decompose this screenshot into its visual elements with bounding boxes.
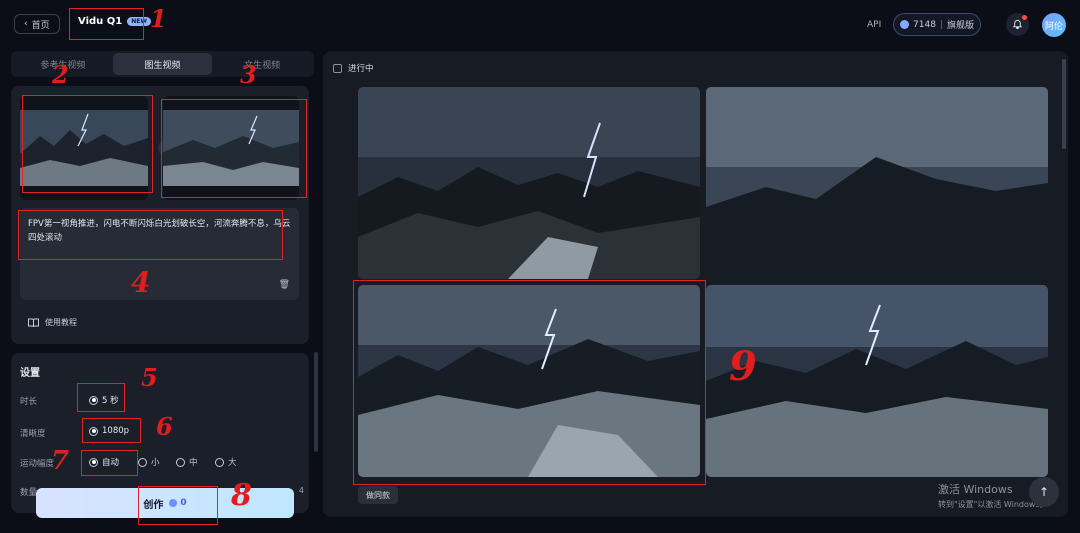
annotation-label-1: 1	[150, 4, 167, 33]
annotation-box-9	[353, 280, 706, 485]
radio-icon	[215, 457, 224, 467]
motion-option-label: 大	[228, 458, 237, 468]
radio-icon	[138, 457, 147, 467]
result-video-1[interactable]	[358, 87, 700, 279]
chevron-left-icon: ‹	[24, 19, 28, 29]
credits-divider: |	[939, 19, 943, 30]
annotation-label-4: 4	[131, 266, 151, 299]
resolution-label: 清晰度	[20, 429, 46, 439]
result-video-4[interactable]	[706, 285, 1048, 477]
back-home-label: 首页	[31, 20, 50, 31]
tab-image-to-video[interactable]: 图生视频	[112, 53, 213, 75]
avatar[interactable]: 阿伦	[1042, 13, 1066, 37]
credits-button[interactable]: 7148 | 旗舰版	[893, 13, 981, 36]
annotation-label-3: 3	[240, 60, 257, 89]
same-style-button[interactable]: 做同款	[358, 486, 398, 504]
annotation-label-5: 5	[141, 363, 158, 392]
count-value[interactable]: 4	[299, 486, 304, 495]
tutorial-label: 使用教程	[45, 318, 77, 327]
checkbox-icon	[333, 63, 342, 73]
annotation-label-8: 8	[231, 478, 252, 513]
annotation-box-5	[77, 383, 125, 412]
radio-icon	[176, 457, 185, 467]
count-label: 数量	[20, 488, 38, 498]
motion-option-medium[interactable]: 中	[176, 456, 198, 468]
left-scrollbar[interactable]	[314, 352, 318, 452]
results-scrollbar[interactable]	[1062, 59, 1066, 149]
scroll-to-top-button[interactable]: ↑	[1029, 477, 1059, 507]
result-video-2[interactable]	[706, 87, 1048, 279]
motion-option-label: 中	[189, 458, 198, 468]
motion-option-label: 小	[151, 458, 160, 468]
in-progress-label: 进行中	[348, 64, 374, 74]
arrow-up-icon: ↑	[1038, 485, 1050, 499]
annotation-box-8	[138, 486, 218, 525]
annotation-box-7	[81, 450, 138, 476]
annotation-box-6	[82, 418, 141, 443]
duration-label: 时长	[20, 397, 38, 407]
annotation-box-3	[161, 99, 307, 198]
back-home-button[interactable]: ‹ 首页	[14, 14, 60, 34]
settings-title: 设置	[20, 368, 40, 379]
annotation-label-7: 7	[51, 446, 70, 476]
in-progress-filter[interactable]: 进行中	[333, 62, 374, 74]
motion-label: 运动幅度	[20, 459, 55, 469]
trash-icon[interactable]: 🗑	[279, 278, 290, 292]
motion-option-large[interactable]: 大	[215, 456, 237, 468]
credits-value: 7148	[913, 19, 936, 30]
annotation-box-1	[69, 8, 144, 40]
annotation-label-9: 9	[729, 343, 757, 390]
tab-text-to-video[interactable]: 文生视频	[212, 53, 312, 75]
annotation-label-2: 2	[52, 60, 69, 89]
plan-label: 旗舰版	[946, 21, 974, 31]
annotation-label-6: 6	[156, 412, 173, 441]
motion-option-small[interactable]: 小	[138, 456, 160, 468]
bell-icon	[1012, 19, 1023, 30]
annotation-box-2	[22, 95, 153, 193]
tutorial-link[interactable]: 使用教程	[28, 317, 77, 328]
book-icon	[28, 318, 39, 327]
annotation-box-4	[18, 210, 283, 260]
notification-dot	[1022, 15, 1027, 20]
credit-icon	[900, 20, 910, 29]
api-link[interactable]: API	[867, 20, 881, 30]
notification-button[interactable]	[1006, 13, 1029, 36]
